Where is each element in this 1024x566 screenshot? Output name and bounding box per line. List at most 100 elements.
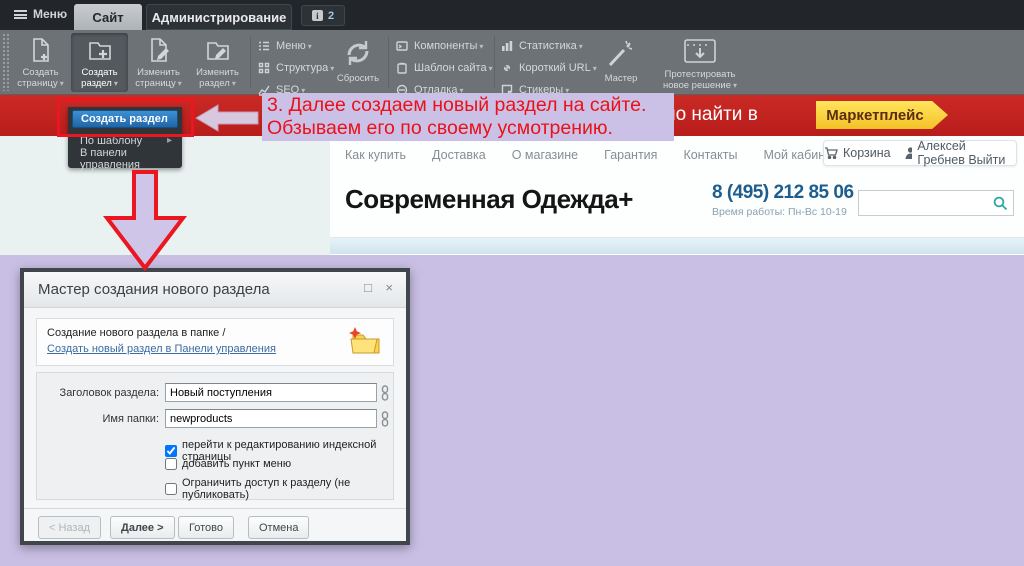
menu-list-icon — [258, 40, 270, 52]
notifications-badge[interactable]: i 2 — [301, 5, 345, 26]
nav-warranty[interactable]: Гарантия — [604, 148, 657, 162]
admin-ribbon: Создатьстраницу Создатьраздел Изменитьст… — [0, 30, 1024, 95]
annotation-line2: Обзываем его по своему усмотрению. — [267, 117, 669, 140]
magic-wand-icon — [590, 35, 652, 71]
checkbox-row-restrict: Ограничить доступ к разделу (не публиков… — [165, 477, 393, 501]
site-hours: Время работы: Пн-Вс 10-19 — [712, 206, 847, 218]
marketplace-button[interactable]: Маркетплейс — [816, 101, 948, 129]
create-section-wizard-dialog: Мастер создания нового раздела □ × Созда… — [20, 268, 410, 545]
hamburger-icon — [14, 10, 27, 19]
minimize-icon[interactable]: □ — [364, 280, 372, 295]
structure-dropdown[interactable]: Структура — [258, 59, 334, 76]
user-icon — [905, 147, 913, 159]
cart-link[interactable]: Корзина — [824, 146, 891, 160]
site-menu-strip — [330, 237, 1024, 254]
reset-cache-button[interactable]: Сбросить — [330, 33, 386, 92]
link-icon — [501, 62, 513, 74]
settings-wizard-button[interactable]: Мастер — [590, 33, 652, 92]
dropdown-item-control-panel[interactable]: В панели управления — [72, 150, 178, 167]
edit-section-button[interactable]: Изменитьраздел — [189, 33, 246, 92]
edit-page-button[interactable]: Изменитьстраницу — [130, 33, 187, 92]
notification-count: 2 — [328, 10, 334, 22]
dialog-title: Мастер создания нового раздела — [38, 281, 270, 298]
admin-topbar: Меню Сайт Администрирование i 2 — [0, 0, 1024, 30]
ribbon-drag-handle[interactable] — [2, 33, 9, 91]
back-button[interactable]: < Назад — [38, 516, 101, 539]
site-logo[interactable]: Современная Одежда+ — [345, 184, 633, 215]
user-panel: Корзина Алексей Гребнев Выйти — [823, 140, 1017, 166]
main-menu-button[interactable]: Меню — [14, 7, 67, 21]
site-phone: 8 (495) 212 85 06 — [712, 182, 854, 204]
edit-index-checkbox[interactable] — [165, 445, 177, 457]
site-nav: Как купить Доставка О магазине Гарантия … — [345, 148, 837, 162]
restrict-access-checkbox[interactable] — [165, 483, 177, 495]
main-menu-label: Меню — [33, 7, 67, 21]
dialog-header[interactable]: Мастер создания нового раздела □ × — [24, 272, 406, 308]
nav-how-to-buy[interactable]: Как купить — [345, 148, 406, 162]
left-arrow-annotation — [194, 103, 260, 133]
test-solution-button[interactable]: Протестироватьновое решение — [652, 33, 748, 92]
stats-group: Статистика Короткий URL Стикеры — [501, 37, 597, 98]
nav-delivery[interactable]: Доставка — [432, 148, 486, 162]
ribbon-separator — [494, 36, 495, 88]
ribbon-separator — [250, 36, 251, 88]
refresh-icon — [330, 35, 386, 71]
nav-about[interactable]: О магазине — [512, 148, 578, 162]
translit-link-icon[interactable] — [381, 411, 389, 427]
page-plus-icon — [12, 35, 69, 65]
folder-name-input[interactable] — [165, 409, 377, 428]
components-dropdown[interactable]: Компоненты — [396, 37, 493, 54]
clipboard-icon — [396, 62, 408, 74]
user-link[interactable]: Алексей Гребнев Выйти — [905, 139, 1016, 167]
short-url-dropdown[interactable]: Короткий URL — [501, 59, 597, 76]
finish-button[interactable]: Готово — [178, 516, 234, 539]
nav-contacts[interactable]: Контакты — [683, 148, 737, 162]
grid-icon — [258, 62, 270, 74]
folder-plus-icon — [71, 35, 128, 65]
annotation-note: 3. Далее создаем новый раздел на сайте. … — [262, 93, 674, 141]
section-title-input[interactable] — [165, 383, 377, 402]
close-icon[interactable]: × — [385, 280, 393, 295]
cancel-button[interactable]: Отмена — [248, 516, 309, 539]
wizard-label: Мастер — [605, 73, 638, 84]
dialog-info-box: Создание нового раздела в папке / Создат… — [36, 318, 394, 366]
test-solution-label: Протестировать — [664, 69, 735, 80]
statistics-dropdown[interactable]: Статистика — [501, 37, 597, 54]
checkbox-row-add-menu: добавить пункт меню — [165, 458, 291, 470]
tab-administration[interactable]: Администрирование — [146, 4, 292, 30]
console-icon — [396, 40, 408, 52]
form-row-title: Заголовок раздела: — [37, 383, 389, 402]
highlight-rectangle — [57, 98, 194, 137]
page-pencil-icon — [130, 35, 187, 65]
new-folder-icon — [347, 326, 383, 356]
add-menu-checkbox[interactable] — [165, 458, 177, 470]
next-button[interactable]: Далее > — [110, 516, 175, 539]
reset-cache-label: Сбросить — [337, 73, 379, 84]
create-page-button[interactable]: Создатьстраницу — [12, 33, 69, 92]
form-row-folder: Имя папки: — [37, 409, 389, 428]
site-search-input[interactable] — [862, 192, 990, 214]
create-page-label: Создать — [22, 67, 58, 78]
window-download-icon — [652, 35, 748, 67]
ribbon-separator — [388, 36, 389, 88]
info-icon: i — [312, 10, 323, 21]
control-panel-link[interactable]: Создать новый раздел в Панели управления — [47, 343, 276, 355]
site-search-box — [858, 190, 1014, 216]
components-group: Компоненты Шаблон сайта Отладка — [396, 37, 493, 98]
create-section-button[interactable]: Создатьраздел — [71, 33, 128, 92]
tab-site[interactable]: Сайт — [74, 4, 142, 30]
bar-chart-icon — [501, 40, 513, 52]
search-icon[interactable] — [993, 196, 1008, 211]
dialog-footer-separator — [24, 508, 406, 509]
structure-group: Меню Структура SEO — [258, 37, 334, 98]
translit-link-icon[interactable] — [381, 385, 389, 401]
cart-icon — [824, 147, 838, 159]
annotation-line1: 3. Далее создаем новый раздел на сайте. — [267, 94, 669, 117]
folder-pencil-icon — [189, 35, 246, 65]
down-arrow-annotation — [103, 170, 187, 271]
menu-dropdown[interactable]: Меню — [258, 37, 334, 54]
site-template-dropdown[interactable]: Шаблон сайта — [396, 59, 493, 76]
dialog-form: Заголовок раздела: Имя папки: перейти к … — [36, 372, 394, 500]
folder-name-label: Имя папки: — [37, 413, 159, 425]
edit-section-label: Изменить — [196, 67, 239, 78]
